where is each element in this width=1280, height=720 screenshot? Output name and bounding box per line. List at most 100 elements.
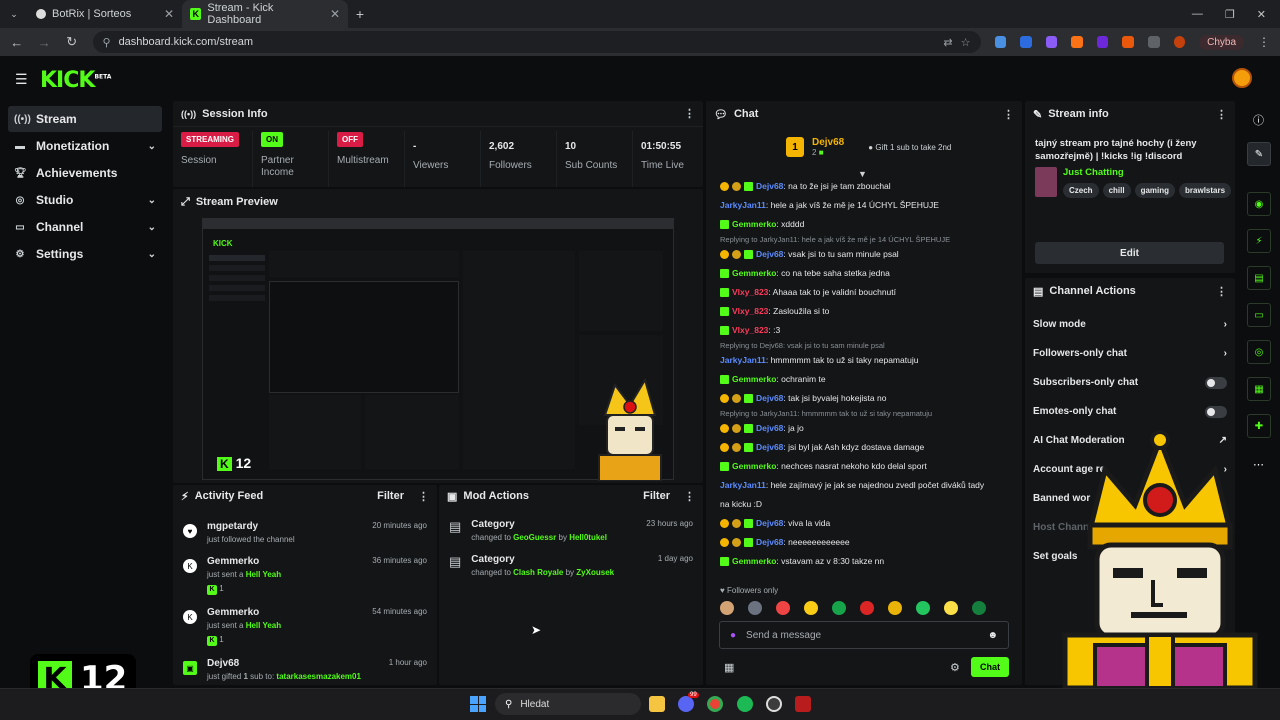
edit-stream-info-button[interactable]: Edit <box>1035 242 1224 264</box>
activity-user[interactable]: mgpetardy <box>207 521 295 532</box>
url-bar[interactable]: ⚲ dashboard.kick.com/stream ⇄ ☆ <box>92 31 981 53</box>
emote-icon[interactable] <box>888 601 902 615</box>
chat-send-button[interactable]: Chat <box>971 657 1009 677</box>
moderator-name[interactable]: Hell0tukel <box>569 533 607 542</box>
chat-username[interactable]: Dejv68 <box>756 249 783 259</box>
file-explorer-icon[interactable] <box>649 696 665 712</box>
emote-icon[interactable] <box>972 601 986 615</box>
store-icon[interactable]: ▦ <box>724 661 734 674</box>
chat-username[interactable]: JarkyJan11 <box>720 480 766 490</box>
profile-avatar[interactable] <box>1173 36 1186 48</box>
layout-icon[interactable]: ▦ <box>1247 377 1271 401</box>
chat-username[interactable]: Gemmerko <box>732 219 776 229</box>
chat-username[interactable]: Vlxy_823 <box>732 325 768 335</box>
category-name[interactable]: Just Chatting <box>1063 167 1235 178</box>
hamburger-menu-icon[interactable]: ☰ <box>15 71 28 88</box>
sidebar-item-stream[interactable]: ((•)) Stream <box>8 106 162 132</box>
tab-kick-dashboard[interactable]: K Stream - Kick Dashboard ✕ <box>182 0 348 28</box>
tab-botrix[interactable]: BotRix | Sorteos ✕ <box>28 0 182 28</box>
bookmark-star-icon[interactable]: ☆ <box>961 36 971 49</box>
chat-username[interactable]: Dejv68 <box>756 181 783 191</box>
moderator-name[interactable]: ZyXousek <box>576 568 614 577</box>
followers-only-row[interactable]: Followers-only chat › <box>1025 339 1235 368</box>
top-gifter-name[interactable]: Dejv68 <box>812 137 844 148</box>
extension-icon[interactable] <box>1096 36 1109 48</box>
taskbar-search[interactable]: ⚲ Hledat <box>495 693 641 715</box>
category-name[interactable]: GeoGuessr <box>513 533 556 542</box>
spotify-icon[interactable] <box>737 696 753 712</box>
extension-icon[interactable] <box>1122 36 1134 48</box>
subscribers-only-toggle[interactable] <box>1205 376 1227 389</box>
emote-icon[interactable] <box>748 601 762 615</box>
microphone-icon[interactable]: ● <box>730 630 736 641</box>
emote-icon[interactable] <box>804 601 818 615</box>
extension-icon[interactable] <box>1020 36 1032 48</box>
chat-settings-icon[interactable]: ⚙ <box>950 661 960 674</box>
more-menu-icon[interactable]: ⋮ <box>1003 108 1014 121</box>
edit-icon[interactable]: ✎ <box>1247 142 1271 166</box>
broadcast-icon[interactable]: ◎ <box>1247 340 1271 364</box>
sidebar-item-settings[interactable]: ⚙ Settings ⌄ <box>8 241 162 267</box>
chat-bubble-icon[interactable]: ▭ <box>1247 303 1271 327</box>
close-icon[interactable]: ✕ <box>330 7 340 21</box>
translate-icon[interactable]: ⇄ <box>943 36 952 49</box>
new-tab-button[interactable]: + <box>348 6 372 22</box>
obs-icon[interactable] <box>766 696 782 712</box>
gift-recipient[interactable]: tatarkasesmazakem01 <box>276 672 361 681</box>
extension-icon[interactable] <box>994 36 1007 48</box>
site-info-icon[interactable]: ⚲ <box>103 36 111 49</box>
extension-icon[interactable] <box>1071 36 1083 48</box>
chat-username[interactable]: Gemmerko <box>732 374 776 384</box>
chat-username[interactable]: JarkyJan11 <box>720 200 766 210</box>
clipboard-icon[interactable]: ▤ <box>1247 266 1271 290</box>
chat-username[interactable]: Vlxy_823 <box>732 287 768 297</box>
chat-username[interactable]: Dejv68 <box>756 442 783 452</box>
emoji-icon[interactable]: ☻ <box>987 630 998 641</box>
info-icon[interactable]: ⓘ <box>1253 112 1264 128</box>
filter-button[interactable]: Filter <box>643 490 670 502</box>
chat-username[interactable]: Vlxy_823 <box>732 306 768 316</box>
profile-error-badge[interactable]: Chyba <box>1199 34 1245 50</box>
minimize-icon[interactable]: — <box>1192 8 1203 21</box>
emote-icon[interactable] <box>860 601 874 615</box>
maximize-icon[interactable]: ❐ <box>1225 8 1235 21</box>
chat-username[interactable]: Gemmerko <box>732 461 776 471</box>
reload-icon[interactable]: ↻ <box>65 34 79 50</box>
gift-sub-prompt[interactable]: ● Gift 1 sub to take 2nd <box>868 143 951 152</box>
chrome-icon[interactable] <box>707 696 723 712</box>
emote-icon[interactable] <box>916 601 930 615</box>
chat-username[interactable]: Dejv68 <box>756 537 783 547</box>
bolt-icon[interactable]: ⚡︎ <box>1247 229 1271 253</box>
more-menu-icon[interactable]: ⋮ <box>684 490 695 503</box>
back-icon[interactable]: ← <box>10 35 24 50</box>
more-menu-icon[interactable]: ⋮ <box>1216 108 1227 121</box>
chat-username[interactable]: Gemmerko <box>732 268 776 278</box>
sidebar-item-studio[interactable]: ◎ Studio ⌄ <box>8 187 162 213</box>
category-name[interactable]: Clash Royale <box>513 568 563 577</box>
tab-list-button[interactable]: ⌄ <box>0 9 28 20</box>
puzzle-icon[interactable] <box>1147 36 1160 48</box>
emote-icon[interactable] <box>776 601 790 615</box>
partner-toggle-badge[interactable]: ON <box>261 132 283 147</box>
activity-user[interactable]: Dejv68 <box>207 658 361 669</box>
emotes-only-toggle[interactable] <box>1205 405 1227 418</box>
discord-icon[interactable] <box>678 696 694 712</box>
sidebar-item-monetization[interactable]: ▬ Monetization ⌄ <box>8 133 162 159</box>
close-icon[interactable]: ✕ <box>164 7 174 21</box>
chat-username[interactable]: Gemmerko <box>732 556 776 566</box>
chat-username[interactable]: Dejv68 <box>756 423 783 433</box>
extension-icon[interactable] <box>1045 36 1058 48</box>
more-menu-icon[interactable]: ⋮ <box>418 490 429 503</box>
forward-icon[interactable]: → <box>38 35 52 50</box>
more-menu-icon[interactable]: ⋮ <box>1258 35 1270 49</box>
multistream-toggle-badge[interactable]: OFF <box>337 132 363 147</box>
camera-icon[interactable]: ◉ <box>1247 192 1271 216</box>
sidebar-item-channel[interactable]: ▭ Channel ⌄ <box>8 214 162 240</box>
activity-user[interactable]: Gemmerko <box>207 607 281 618</box>
more-menu-icon[interactable]: ⋮ <box>1216 285 1227 298</box>
more-menu-icon[interactable]: ⋮ <box>684 107 695 120</box>
emote-icon[interactable] <box>832 601 846 615</box>
emote-icon[interactable] <box>720 601 734 615</box>
close-window-icon[interactable]: ✕ <box>1257 8 1266 21</box>
slow-mode-row[interactable]: Slow mode › <box>1025 310 1235 339</box>
